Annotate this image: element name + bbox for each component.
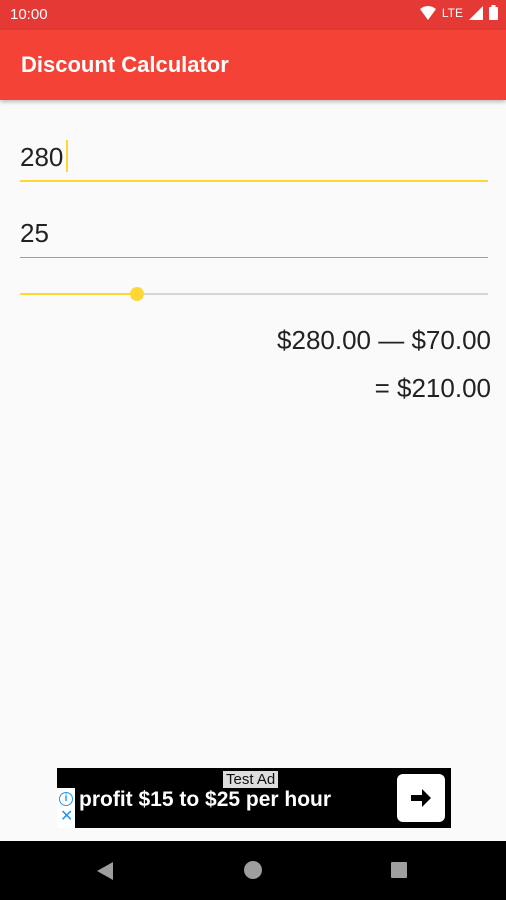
battery-icon [489,5,498,20]
price-field[interactable]: 280 [20,136,488,182]
wifi-icon [419,5,436,20]
status-bar: 10:00 LTE [0,0,506,30]
price-field-underline [20,180,488,182]
navigation-bar [0,841,506,900]
result-total: = $210.00 [374,373,491,403]
info-icon[interactable]: i [59,792,73,806]
close-icon[interactable]: ✕ [60,809,73,825]
app-bar: Discount Calculator [0,30,506,100]
ad-label: Test Ad [223,771,279,788]
discount-field-underline [20,257,488,258]
price-input-value: 280 [20,142,64,172]
result-subtraction: $280.00 — $70.00 [277,325,491,355]
discount-slider[interactable] [20,284,488,304]
slider-fill [20,293,137,295]
discount-field[interactable]: 25 [20,212,488,258]
status-icons: LTE [419,5,498,20]
home-icon[interactable] [244,861,262,879]
recents-icon[interactable] [391,862,407,878]
ad-choices: i ✕ [57,788,75,828]
discount-input-value: 25 [20,218,49,248]
text-cursor [66,140,68,172]
ad-arrow-button[interactable] [397,774,445,822]
lte-label: LTE [441,5,463,20]
ad-banner[interactable]: profit $15 to $25 per hour Test Ad i ✕ [57,768,451,828]
signal-icon [469,5,483,20]
slider-thumb[interactable] [130,287,144,301]
app-title: Discount Calculator [21,52,229,77]
status-time: 10:00 [10,6,48,23]
arrow-right-icon [411,789,431,807]
ad-text[interactable]: profit $15 to $25 per hour [79,788,331,812]
back-icon[interactable] [96,861,114,881]
